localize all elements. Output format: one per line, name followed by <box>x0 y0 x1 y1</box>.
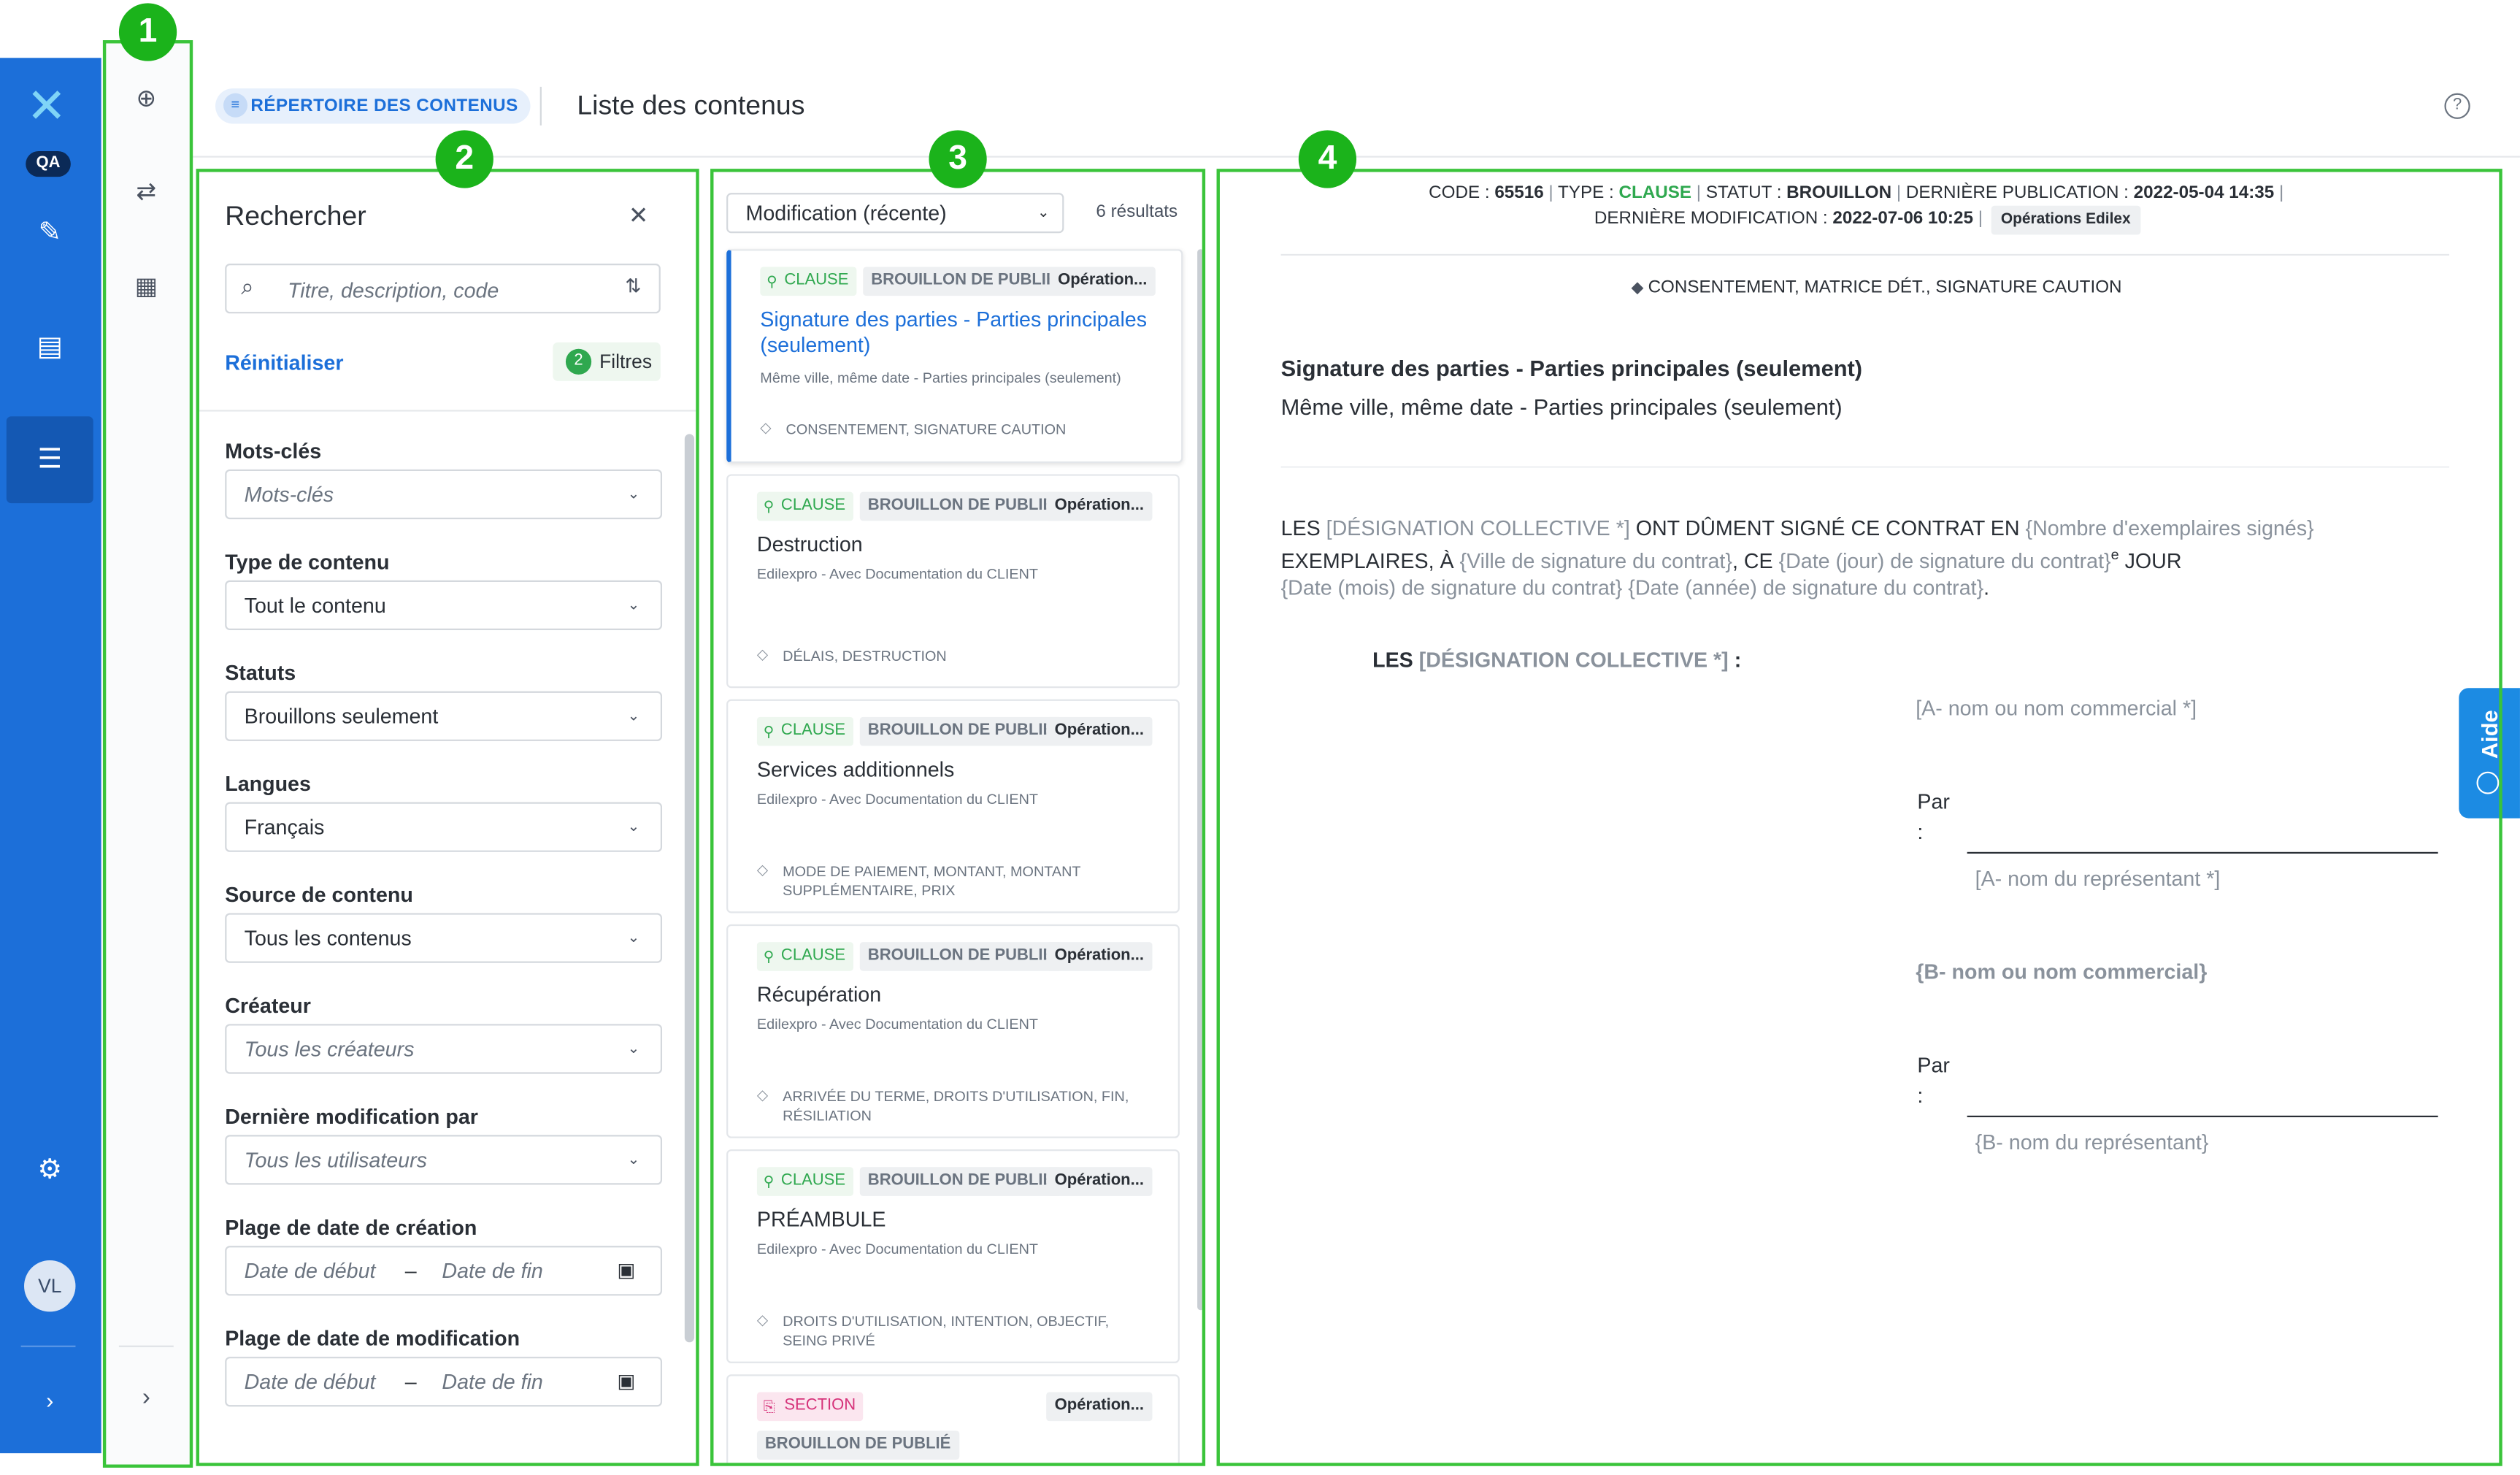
annotation-frame-1 <box>102 40 193 1468</box>
document-icon[interactable]: ▤ <box>31 328 69 367</box>
app-logo-icon[interactable]: ✕ <box>23 83 71 131</box>
env-badge: QA <box>26 150 71 177</box>
annotation-number-2: 2 <box>435 130 493 188</box>
nav-rail: ✕ QA ✎ ▤ ☰ ⚙ VL › <box>0 58 101 1454</box>
header-divider <box>539 86 542 126</box>
annotation-number-4: 4 <box>1298 130 1357 188</box>
directory-icon: ≡ <box>223 93 248 118</box>
annotation-frame-3 <box>710 169 1206 1466</box>
edit-document-icon[interactable]: ✎ <box>31 214 69 253</box>
app-canvas: ✕ QA ✎ ▤ ☰ ⚙ VL › ⊕ ⇄ ▦ › ≡ RÉPERTOIRE D… <box>0 0 2520 1475</box>
annotation-frame-4 <box>1216 169 2502 1466</box>
annotation-number-1: 1 <box>118 3 177 61</box>
help-question-icon[interactable]: ? <box>2444 93 2470 119</box>
gear-icon[interactable]: ⚙ <box>31 1151 69 1189</box>
content-list-icon[interactable]: ☰ <box>31 440 69 479</box>
avatar[interactable]: VL <box>24 1260 76 1312</box>
expand-chevron-icon[interactable]: › <box>31 1381 69 1420</box>
breadcrumb[interactable]: ≡ RÉPERTOIRE DES CONTENUS <box>215 88 531 124</box>
page-title: Liste des contenus <box>577 90 805 121</box>
annotation-number-3: 3 <box>929 130 987 188</box>
annotation-frame-2 <box>196 169 699 1466</box>
rail-divider <box>20 1345 76 1347</box>
breadcrumb-label: RÉPERTOIRE DES CONTENUS <box>250 96 518 116</box>
